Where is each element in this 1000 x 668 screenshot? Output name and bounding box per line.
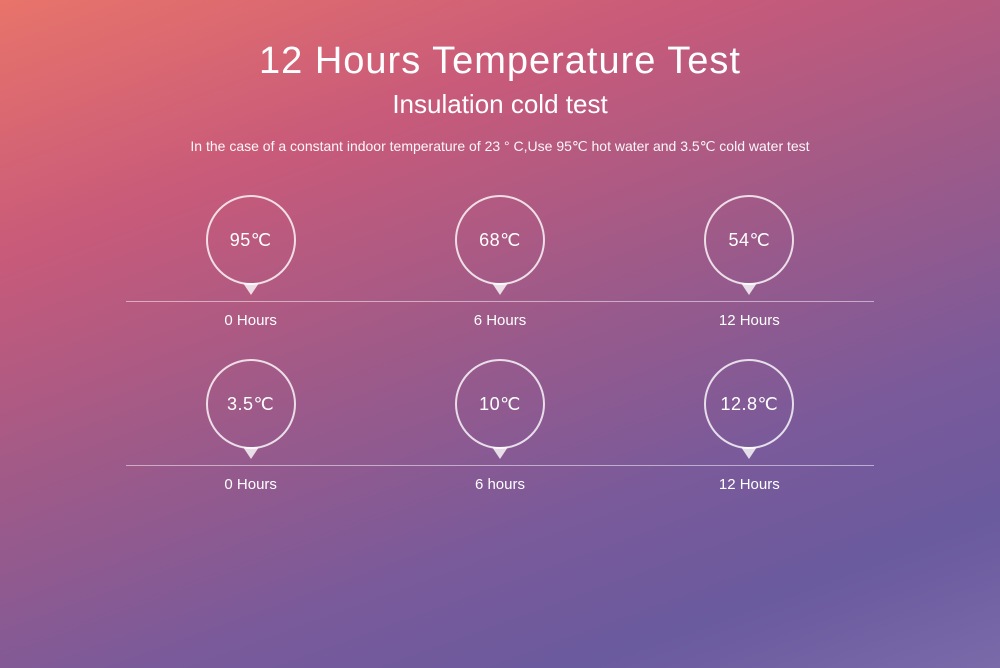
hot-bubble-circle-2: 54℃ — [704, 195, 794, 285]
cold-time-0: 0 Hours — [206, 476, 296, 493]
cold-test-section: 3.5℃ 10℃ 12.8℃ 0 Hours 6 hours 12 Hours — [60, 359, 940, 493]
cold-bubble-circle-1: 10℃ — [455, 359, 545, 449]
background: 12 Hours Temperature Test Insulation col… — [0, 0, 1000, 668]
cold-time-2: 12 Hours — [704, 476, 794, 493]
hot-temp-1: 68℃ — [479, 230, 521, 251]
cold-time-1: 6 hours — [455, 476, 545, 493]
cold-bubble-circle-2: 12.8℃ — [704, 359, 794, 449]
hot-bubbles-row: 95℃ 68℃ 54℃ — [126, 195, 874, 285]
cold-timeline-line — [126, 465, 874, 466]
hot-time-1: 6 Hours — [455, 312, 545, 329]
hot-time-2: 12 Hours — [704, 312, 794, 329]
hot-temp-0: 95℃ — [230, 230, 272, 251]
cold-bubbles-row: 3.5℃ 10℃ 12.8℃ — [126, 359, 874, 449]
cold-bubble-2: 12.8℃ — [704, 359, 794, 449]
hot-test-section: 95℃ 68℃ 54℃ 0 Hours 6 Hours 12 Hours — [60, 195, 940, 329]
cold-temp-1: 10℃ — [479, 394, 521, 415]
sub-title: Insulation cold test — [392, 89, 607, 120]
main-title: 12 Hours Temperature Test — [259, 40, 741, 83]
hot-timeline-line — [126, 301, 874, 302]
hot-temp-2: 54℃ — [728, 230, 770, 251]
cold-temp-0: 3.5℃ — [227, 394, 274, 415]
hot-bubble-0: 95℃ — [206, 195, 296, 285]
cold-bubble-circle-0: 3.5℃ — [206, 359, 296, 449]
hot-bubble-circle-1: 68℃ — [455, 195, 545, 285]
description: In the case of a constant indoor tempera… — [190, 138, 809, 155]
hot-bubble-2: 54℃ — [704, 195, 794, 285]
cold-labels-row: 0 Hours 6 hours 12 Hours — [126, 476, 874, 493]
cold-bubble-1: 10℃ — [455, 359, 545, 449]
hot-bubble-1: 68℃ — [455, 195, 545, 285]
hot-bubble-circle-0: 95℃ — [206, 195, 296, 285]
cold-temp-2: 12.8℃ — [720, 394, 778, 415]
cold-bubble-0: 3.5℃ — [206, 359, 296, 449]
hot-time-0: 0 Hours — [206, 312, 296, 329]
hot-labels-row: 0 Hours 6 Hours 12 Hours — [126, 312, 874, 329]
